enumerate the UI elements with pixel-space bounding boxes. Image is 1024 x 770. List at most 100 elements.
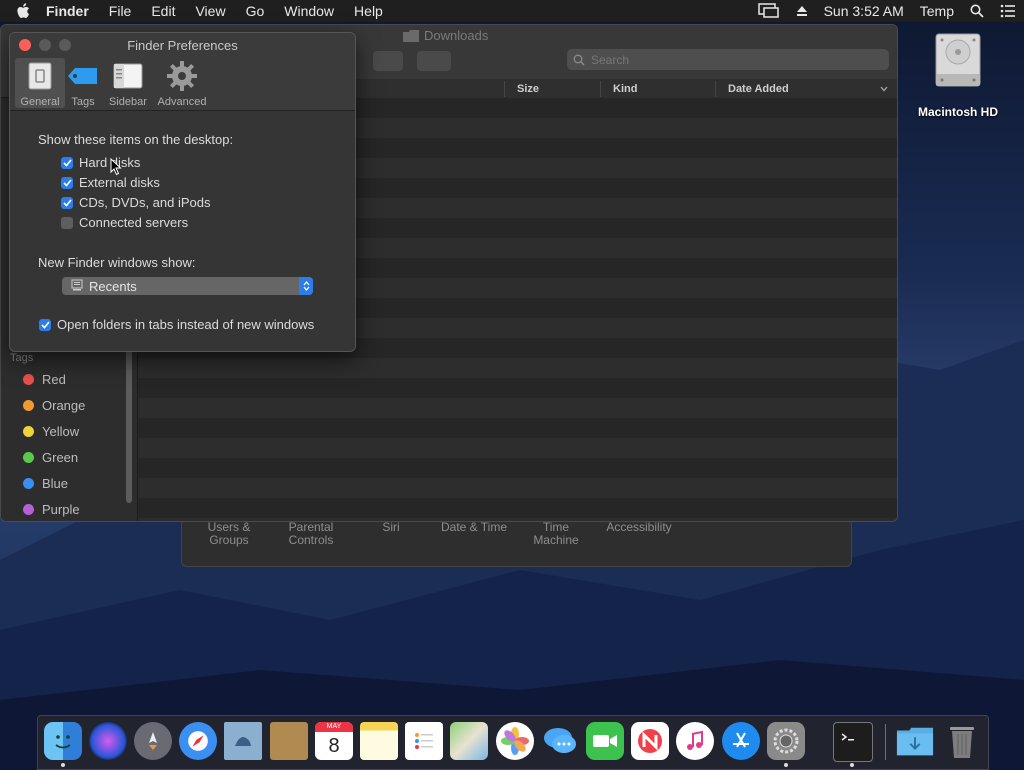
sidebar-tag-red[interactable]: Red	[23, 372, 66, 387]
tag-label: Green	[42, 450, 79, 465]
sidebar-icon	[112, 60, 144, 92]
tag-green-dot	[23, 452, 34, 463]
calendar-day: 8	[328, 735, 340, 757]
facetime-icon[interactable]	[586, 722, 624, 760]
checkmark-icon	[61, 176, 73, 189]
tag-label: Red	[42, 372, 66, 387]
checkbox-cds-dvds-ipods[interactable]: CDs, DVDs, and iPods	[61, 195, 211, 210]
notes-icon[interactable]	[360, 722, 398, 760]
eject-icon[interactable]	[796, 5, 808, 17]
menu-window[interactable]: Window	[284, 3, 334, 19]
maps-icon[interactable]	[450, 722, 488, 760]
tab-sidebar[interactable]: Sidebar	[103, 58, 153, 108]
column-kind[interactable]: Kind	[613, 83, 637, 95]
contacts-icon[interactable]	[270, 722, 308, 760]
sysprefs-time-machine[interactable]: Time Machine	[528, 521, 584, 547]
dock: MAY 8	[37, 715, 989, 770]
checkmark-icon	[39, 318, 51, 331]
terminal-icon[interactable]	[833, 722, 873, 762]
menu-file[interactable]: File	[109, 3, 132, 19]
unchecked-box	[61, 216, 73, 229]
checkbox-open-in-tabs[interactable]: Open folders in tabs instead of new wind…	[39, 317, 314, 332]
checkbox-label: Connected servers	[79, 215, 189, 230]
trash-icon[interactable]	[943, 722, 981, 760]
menu-help[interactable]: Help	[354, 3, 383, 19]
tag-label: Blue	[42, 476, 69, 491]
mail-icon[interactable]	[224, 722, 262, 760]
tab-tags[interactable]: Tags	[58, 58, 108, 108]
tab-advanced-label: Advanced	[157, 96, 207, 108]
sidebar-tag-blue[interactable]: Blue	[23, 476, 68, 491]
sysprefs-siri[interactable]: Siri	[376, 521, 406, 534]
sysprefs-parental-controls[interactable]: Parental Controls	[280, 521, 342, 547]
preferences-title: Finder Preferences	[127, 38, 238, 53]
sysprefs-users-groups[interactable]: Users & Groups	[200, 521, 258, 547]
sysprefs-accessibility[interactable]: Accessibility	[602, 521, 676, 534]
tag-button[interactable]	[417, 51, 451, 71]
column-size[interactable]: Size	[517, 83, 539, 95]
tag-purple-dot	[23, 504, 34, 515]
menu-go[interactable]: Go	[246, 3, 265, 19]
tab-advanced[interactable]: Advanced	[157, 58, 207, 108]
menu-clock[interactable]: Sun 3:52 AM	[824, 3, 904, 19]
new-window-popup[interactable]: Recents	[62, 277, 313, 295]
app-store-icon[interactable]	[722, 722, 760, 760]
news-icon[interactable]	[631, 722, 669, 760]
checkbox-label: Open folders in tabs instead of new wind…	[57, 317, 315, 332]
sidebar-tag-green[interactable]: Green	[23, 450, 78, 465]
downloads-folder-icon[interactable]	[896, 722, 934, 760]
preferences-toolbar: Finder Preferences General Tags Sidebar …	[10, 33, 355, 111]
siri-icon[interactable]	[89, 722, 127, 760]
itunes-icon[interactable]	[676, 722, 714, 760]
spotlight-icon[interactable]	[970, 4, 984, 18]
apple-menu-icon[interactable]	[14, 2, 32, 20]
sidebar-tag-yellow[interactable]: Yellow	[23, 424, 79, 439]
menu-bar: Finder File Edit View Go Window Help Sun…	[0, 0, 1024, 22]
reminders-icon[interactable]	[405, 722, 443, 760]
safari-icon[interactable]	[179, 722, 217, 760]
checkbox-label: CDs, DVDs, and iPods	[79, 195, 211, 210]
chevron-down-icon	[880, 86, 888, 92]
menu-view[interactable]: View	[195, 3, 225, 19]
running-indicator	[784, 763, 788, 767]
calendar-icon[interactable]: MAY 8	[315, 722, 353, 760]
launchpad-icon[interactable]	[134, 722, 172, 760]
sidebar-tag-orange[interactable]: Orange	[23, 398, 85, 413]
menu-user[interactable]: Temp	[920, 3, 954, 19]
checkmark-icon	[61, 196, 73, 209]
folder-icon	[403, 29, 419, 42]
tag-label: Purple	[42, 502, 80, 517]
finder-icon[interactable]	[44, 722, 82, 760]
running-indicator	[61, 763, 65, 767]
checkbox-connected-servers[interactable]: Connected servers	[61, 215, 188, 230]
tab-sidebar-label: Sidebar	[109, 96, 147, 108]
calendar-month: MAY	[315, 722, 353, 732]
photos-icon[interactable]	[496, 722, 534, 760]
sidebar-tags-header: Tags	[10, 352, 34, 364]
checkbox-hard-disks[interactable]: Hard disks	[61, 155, 140, 170]
tag-label: Orange	[42, 398, 86, 413]
finder-preferences-window: Finder Preferences General Tags Sidebar …	[9, 32, 356, 352]
tag-icon	[67, 60, 99, 92]
desktop-drive-label: Macintosh HD	[917, 105, 998, 119]
menu-app-name[interactable]: Finder	[46, 3, 89, 19]
system-preferences-icon[interactable]	[767, 722, 805, 760]
search-input[interactable]: Search	[567, 49, 889, 70]
sidebar-scrollbar[interactable]	[126, 338, 132, 503]
messages-icon[interactable]	[541, 722, 579, 760]
sidebar-tag-purple[interactable]: Purple	[23, 502, 80, 517]
general-switch-icon	[24, 60, 56, 92]
checkbox-external-disks[interactable]: External disks	[61, 175, 160, 190]
sysprefs-date-time[interactable]: Date & Time	[434, 521, 514, 534]
dock-divider	[885, 724, 886, 760]
menu-edit[interactable]: Edit	[151, 3, 175, 19]
column-date-added[interactable]: Date Added	[728, 83, 789, 95]
desktop-drive[interactable]: Macintosh HD	[910, 30, 1006, 119]
display-mirror-icon[interactable]	[757, 3, 780, 19]
finder-title-text: Downloads	[424, 28, 489, 43]
checkbox-label: External disks	[79, 175, 160, 190]
share-button[interactable]	[373, 51, 403, 71]
tab-tags-label: Tags	[71, 96, 95, 108]
notification-center-icon[interactable]	[1000, 4, 1016, 18]
search-icon	[573, 54, 585, 66]
